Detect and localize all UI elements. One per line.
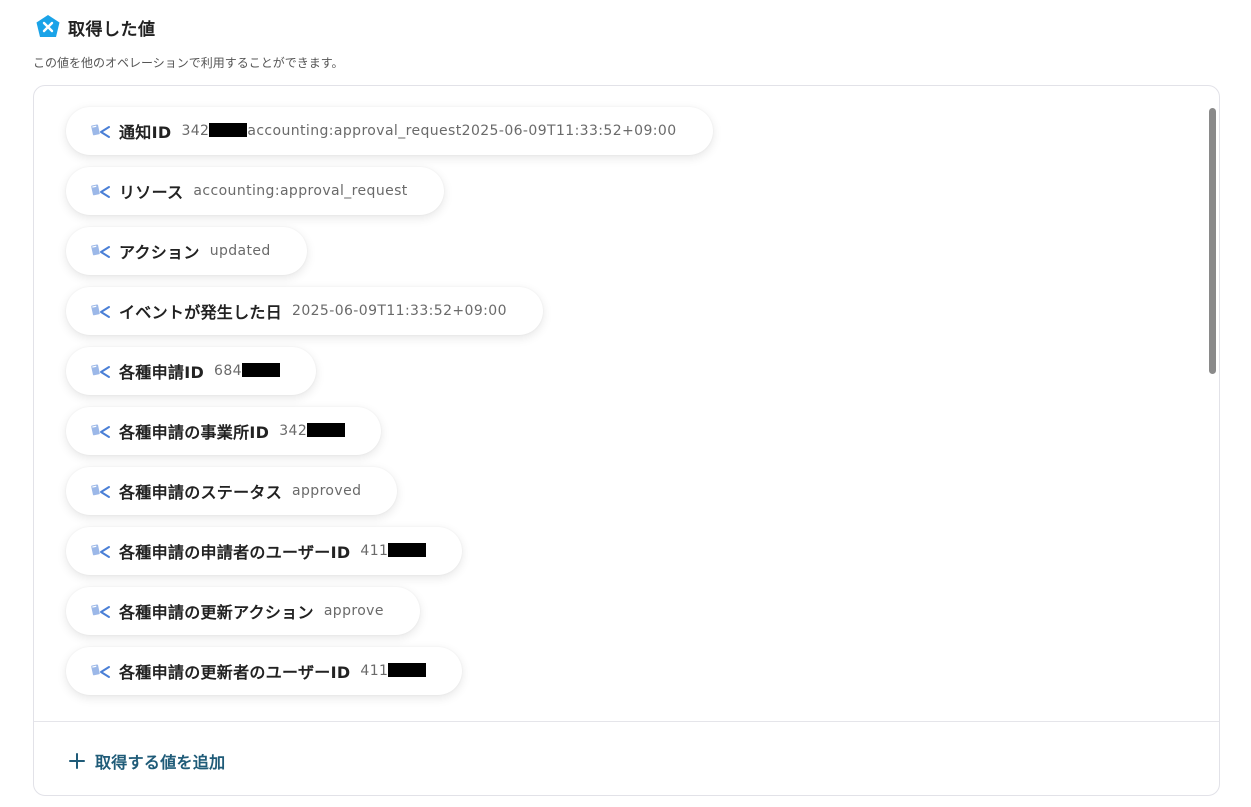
value-tag-icon	[91, 123, 111, 139]
value-item-label: 各種申請の更新者のユーザーID	[119, 663, 351, 682]
redacted-block	[307, 423, 346, 437]
value-text: approved	[292, 483, 362, 499]
plus-icon	[68, 752, 86, 770]
value-tag-icon	[91, 483, 111, 499]
value-text: 2025-06-09T11:33:52+09:00	[292, 303, 507, 319]
value-text: accounting:approval_request	[193, 183, 408, 199]
redacted-block	[388, 663, 427, 677]
value-tag-icon	[91, 663, 111, 679]
value-item-value: approve	[324, 603, 384, 619]
value-item[interactable]: リソース accounting:approval_request	[66, 167, 444, 215]
value-text: approve	[323, 603, 384, 619]
value-item-value: 342	[279, 423, 346, 439]
value-item-label: 各種申請の更新アクション	[119, 603, 314, 622]
value-item-value: updated	[210, 243, 271, 259]
value-item[interactable]: 各種申請のステータス approved	[66, 467, 398, 515]
section-subtitle: この値を他のオペレーションで利用することができます。	[33, 56, 344, 70]
value-tag-icon	[91, 543, 111, 559]
value-text: updated	[209, 243, 271, 259]
value-text-suffix: accounting:approval_request2025-06-09T11…	[247, 123, 677, 139]
value-item[interactable]: アクション updated	[66, 227, 307, 275]
header: 取得した値	[35, 14, 156, 40]
value-item-value: 342 accounting:approval_request2025-06-09…	[181, 123, 676, 139]
value-item-label: 各種申請ID	[119, 363, 205, 382]
redacted-block	[209, 123, 248, 137]
redacted-block	[388, 543, 427, 557]
redacted-block	[241, 363, 280, 377]
value-item-value: accounting:approval_request	[193, 183, 407, 199]
values-panel: 通知ID 342 accounting:approval_request2025-0…	[33, 85, 1220, 796]
value-item[interactable]: 通知ID 342 accounting:approval_request2025-0…	[66, 107, 713, 155]
horizontal-scrollbar[interactable]	[34, 705, 1206, 719]
value-text: 411	[360, 663, 389, 679]
value-item-label: 各種申請の事業所ID	[119, 423, 270, 442]
panel-footer: 取得する値を追加	[34, 721, 1219, 795]
value-text: 411	[360, 543, 389, 559]
section-title: 取得した値	[68, 19, 156, 40]
value-tag-icon	[91, 243, 111, 259]
value-tag-icon	[91, 303, 111, 319]
value-item-value: 684	[214, 363, 280, 379]
value-item-value: 411	[360, 663, 427, 679]
vertical-scrollbar[interactable]	[1205, 86, 1219, 708]
app-logo-icon	[35, 14, 61, 40]
value-item-label: 通知ID	[119, 123, 172, 142]
value-item-label: 各種申請の申請者のユーザーID	[119, 543, 351, 562]
value-tag-icon	[91, 363, 111, 379]
value-item[interactable]: 各種申請の申請者のユーザーID 411	[66, 527, 463, 575]
value-item-label: イベントが発生した日	[119, 303, 283, 322]
value-item-label: リソース	[119, 183, 184, 202]
value-item-label: 各種申請のステータス	[119, 483, 283, 502]
value-item[interactable]: 各種申請の更新アクション approve	[66, 587, 420, 635]
value-item[interactable]: 各種申請ID 684	[66, 347, 316, 395]
add-value-button[interactable]: 取得する値を追加	[68, 749, 225, 773]
value-item[interactable]: 各種申請の事業所ID 342	[66, 407, 382, 455]
value-tag-icon	[91, 183, 111, 199]
add-value-label: 取得する値を追加	[95, 753, 226, 772]
value-item-value: 2025-06-09T11:33:52+09:00	[292, 303, 507, 319]
value-item[interactable]: イベントが発生した日 2025-06-09T11:33:52+09:00	[66, 287, 543, 335]
value-text: 342	[279, 423, 308, 439]
value-item[interactable]: 各種申請の更新者のユーザーID 411	[66, 647, 463, 695]
value-item-value: 411	[360, 543, 427, 559]
value-item-label: アクション	[119, 243, 200, 262]
value-item-value: approved	[292, 483, 361, 499]
value-tag-icon	[91, 603, 111, 619]
value-tag-icon	[91, 423, 111, 439]
value-text: 684	[214, 363, 242, 379]
scrollbar-thumb[interactable]	[1209, 108, 1216, 374]
value-text: 342	[181, 123, 210, 139]
